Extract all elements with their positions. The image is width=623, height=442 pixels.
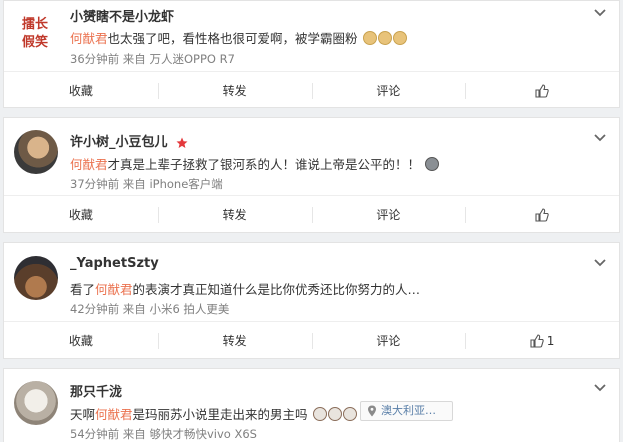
avatar[interactable] (14, 381, 58, 425)
username[interactable]: 许小树_小豆包儿 (70, 131, 188, 150)
doge-emoji-icon (362, 31, 377, 45)
action-bar: 收藏 转发 评论 (4, 71, 619, 109)
thumbs-up-icon (535, 83, 549, 98)
username[interactable]: 小赟瞎不是小龙虾 (70, 6, 174, 25)
post-text: 天啊何猷君是玛丽苏小说里走出来的男主吗 (70, 404, 357, 423)
post-time[interactable]: 54分钟前 (70, 427, 119, 441)
mention-link[interactable]: 何猷君 (95, 282, 133, 297)
comment-button[interactable]: 评论 (311, 322, 466, 359)
post-source[interactable]: 够快才畅快vivo X6S (149, 427, 257, 441)
chevron-down-icon[interactable] (593, 8, 607, 18)
location-tag[interactable]: 澳大利亚… (360, 401, 453, 421)
post-prefix: 看了 (70, 282, 96, 297)
like-button[interactable]: 1 (465, 322, 619, 359)
mention-link[interactable]: 何猷君 (70, 31, 108, 46)
face-emoji-icon (312, 407, 327, 421)
post-text: 看了何猷君的表演才真正知道什么是比你优秀还比你努力的人… (70, 279, 420, 298)
doge-emoji-icon (377, 31, 392, 45)
location-label: 澳大利亚… (381, 404, 436, 417)
favorite-button[interactable]: 收藏 (4, 72, 158, 109)
avatar[interactable] (14, 130, 58, 174)
weibo-post: 擂长 假笑 小赟瞎不是小龙虾 何猷君也太强了吧，看性格也很可爱啊，被学霸圈粉 3… (3, 0, 620, 108)
comment-button[interactable]: 评论 (311, 72, 466, 109)
chevron-down-icon[interactable] (593, 383, 607, 393)
post-body: 的表演才真正知道什么是比你优秀还比你努力的人… (132, 282, 421, 297)
mention-link[interactable]: 何猷君 (95, 407, 133, 422)
avatar-text-line: 假笑 (22, 35, 49, 50)
repost-button[interactable]: 转发 (157, 196, 312, 233)
post-body: 也太强了吧，看性格也很可爱啊，被学霸圈粉 (107, 31, 358, 46)
repost-label: 转发 (222, 334, 247, 348)
weibo-post: 那只千泷 天啊何猷君是玛丽苏小说里走出来的男主吗 54分钟前 来自 够快才畅快v… (3, 368, 620, 442)
thumbs-up-icon (535, 207, 549, 222)
face-emoji-icon (342, 407, 357, 421)
avatar[interactable] (14, 256, 58, 300)
doge-emoji-icon (392, 31, 407, 45)
post-body: 才真是上辈子拯救了银河系的人！谁说上帝是公平的！！ (107, 157, 421, 172)
post-meta: 54分钟前 来自 够快才畅快vivo X6S (70, 426, 257, 442)
favorite-label: 收藏 (68, 84, 93, 98)
source-prefix: 来自 (122, 52, 146, 66)
action-bar: 收藏 转发 评论 1 (4, 321, 619, 359)
avatar-text-line: 擂长 (22, 17, 49, 32)
favorite-button[interactable]: 收藏 (4, 322, 158, 359)
source-prefix: 来自 (122, 427, 146, 441)
like-button[interactable] (465, 72, 619, 109)
mention-link[interactable]: 何猷君 (70, 157, 108, 172)
comment-label: 评论 (376, 84, 401, 98)
repost-button[interactable]: 转发 (157, 72, 312, 109)
weibo-post: _YaphetSzty 看了何猷君的表演才真正知道什么是比你优秀还比你努力的人…… (3, 242, 620, 359)
repost-button[interactable]: 转发 (157, 322, 312, 359)
chevron-down-icon[interactable] (593, 258, 607, 268)
repost-label: 转发 (222, 84, 247, 98)
favorite-label: 收藏 (68, 334, 93, 348)
source-prefix: 来自 (122, 302, 146, 316)
comment-button[interactable]: 评论 (311, 196, 466, 233)
post-time[interactable]: 37分钟前 (70, 177, 119, 191)
username-text: 许小树_小豆包儿 (70, 135, 168, 150)
post-source[interactable]: 小米6 拍人更美 (149, 302, 229, 316)
thumbs-up-icon (530, 333, 544, 348)
chevron-down-icon[interactable] (593, 133, 607, 143)
post-meta: 36分钟前 来自 万人迷OPPO R7 (70, 51, 235, 67)
username[interactable]: 那只千泷 (70, 381, 122, 400)
avatar[interactable]: 擂长 假笑 (14, 9, 58, 53)
star-badge-icon[interactable] (176, 137, 188, 149)
post-time[interactable]: 42分钟前 (70, 302, 119, 316)
post-source[interactable]: iPhone客户端 (149, 177, 222, 191)
post-text: 何猷君也太强了吧，看性格也很可爱啊，被学霸圈粉 (70, 28, 407, 47)
username[interactable]: _YaphetSzty (70, 256, 159, 271)
alien-emoji-icon (425, 157, 440, 171)
comment-label: 评论 (376, 208, 401, 222)
post-source[interactable]: 万人迷OPPO R7 (149, 52, 234, 66)
post-body: 是玛丽苏小说里走出来的男主吗 (132, 407, 308, 422)
face-emoji-icon (327, 407, 342, 421)
favorite-label: 收藏 (68, 208, 93, 222)
post-prefix: 天啊 (70, 407, 96, 422)
post-text: 何猷君才真是上辈子拯救了银河系的人！谁说上帝是公平的！！ (70, 154, 440, 173)
favorite-button[interactable]: 收藏 (4, 196, 158, 233)
comment-label: 评论 (376, 334, 401, 348)
action-bar: 收藏 转发 评论 (4, 195, 619, 233)
post-meta: 37分钟前 来自 iPhone客户端 (70, 176, 223, 192)
location-pin-icon (368, 405, 376, 417)
repost-label: 转发 (222, 208, 247, 222)
source-prefix: 来自 (122, 177, 146, 191)
post-meta: 42分钟前 来自 小米6 拍人更美 (70, 301, 229, 317)
like-count: 1 (546, 333, 555, 348)
weibo-post: 许小树_小豆包儿 何猷君才真是上辈子拯救了银河系的人！谁说上帝是公平的！！ 37… (3, 117, 620, 233)
post-time[interactable]: 36分钟前 (70, 52, 119, 66)
like-button[interactable] (465, 196, 619, 233)
